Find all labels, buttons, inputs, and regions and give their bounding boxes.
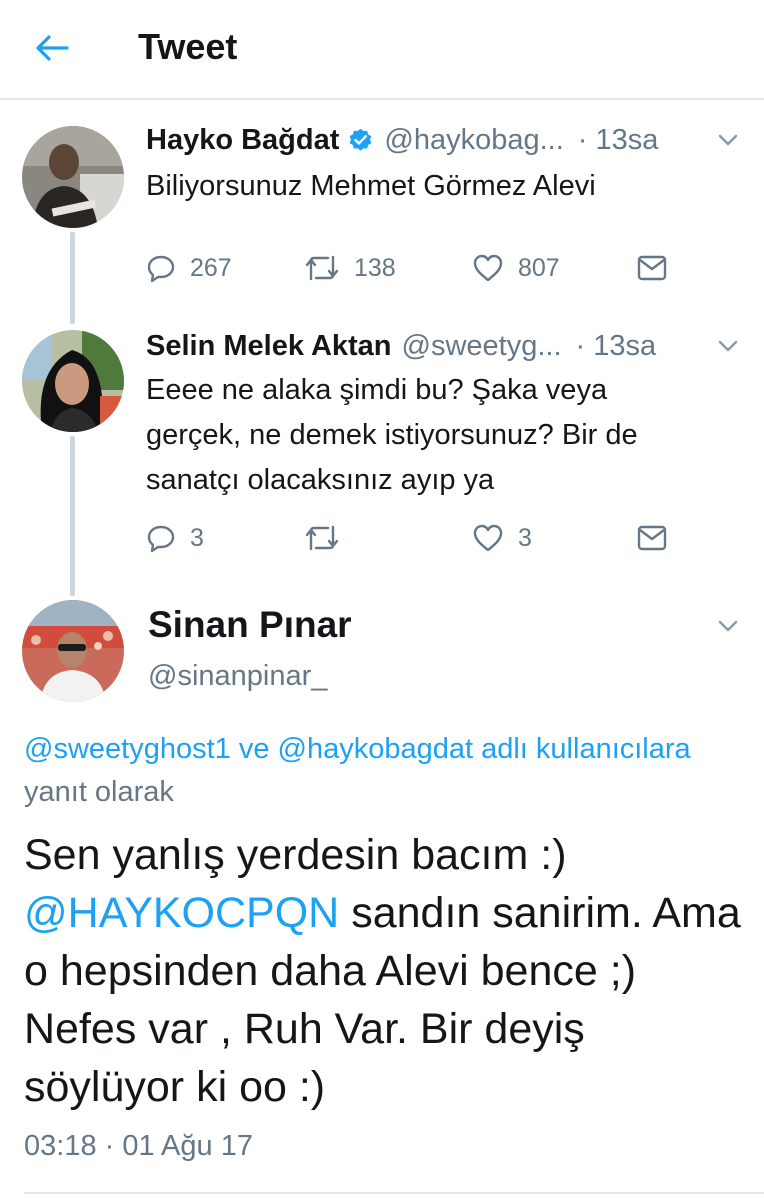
like-button[interactable]: 807: [472, 250, 560, 286]
message-button[interactable]: [636, 250, 668, 286]
reply-count: 267: [190, 253, 232, 282]
arrow-left-icon: [36, 35, 69, 61]
reply-suffix: yanıt olarak: [24, 776, 174, 808]
author-name[interactable]: Selin Melek Aktan: [146, 330, 392, 363]
page-title: Tweet: [138, 26, 238, 67]
reply-count: 3: [190, 523, 204, 552]
tweet-header: Selin Melek Aktan @sweetyg... · 13sa: [146, 326, 744, 366]
like-button[interactable]: 3: [472, 520, 532, 556]
reply-mention-link[interactable]: @haykobagdat adlı kullanıcılara: [278, 733, 691, 765]
avatar-sinan[interactable]: [22, 600, 124, 702]
reply-icon: [147, 255, 175, 283]
retweet-icon: [305, 255, 339, 281]
chevron-down-icon: [718, 340, 738, 352]
author-handle[interactable]: @haykobag...: [384, 124, 563, 157]
divider: [24, 1192, 764, 1194]
author-handle[interactable]: @sweetyg...: [402, 330, 562, 363]
chevron-down-icon: [718, 134, 738, 146]
avatar-hayko[interactable]: [22, 126, 124, 228]
avatar-selin[interactable]: [22, 330, 124, 432]
chevron-down-icon: [718, 620, 738, 632]
tweet-header: Hayko Bağdat @haykobag... · 13sa: [146, 120, 744, 160]
verified-badge-icon: [347, 127, 374, 154]
heart-icon: [473, 254, 503, 282]
reply-icon: [147, 525, 175, 553]
thread-line: [70, 436, 75, 596]
author-name[interactable]: Hayko Bağdat: [146, 124, 339, 157]
more-options-button[interactable]: [712, 610, 744, 642]
retweet-button[interactable]: [304, 520, 354, 556]
main-text-mention[interactable]: @HAYKOCPQN: [24, 889, 339, 937]
main-text-line: Sen yanlış yerdesin bacım :): [24, 831, 567, 879]
thread-line: [70, 232, 75, 324]
envelope-icon: [637, 525, 667, 551]
retweet-icon: [305, 525, 339, 551]
reply-mention-link[interactable]: @sweetyghost1: [24, 733, 231, 765]
tweet-text: Biliyorsunuz Mehmet Görmez Alevi: [146, 170, 596, 202]
main-author-handle[interactable]: @sinanpinar_: [148, 660, 327, 693]
more-options-button[interactable]: [712, 124, 744, 156]
tweet-text: Eeee ne alaka şimdi bu? Şaka veya gerçek…: [146, 374, 638, 496]
reply-button[interactable]: 3: [146, 520, 204, 556]
tweet-time: · 13sa: [575, 329, 657, 362]
tweet-actions: 267 138 807: [146, 250, 706, 286]
heart-icon: [473, 524, 503, 552]
like-count: 807: [518, 253, 560, 282]
retweet-count: 138: [354, 253, 396, 282]
tweet-actions: 3 3: [146, 520, 706, 556]
envelope-icon: [637, 255, 667, 281]
back-button[interactable]: [30, 28, 74, 68]
replying-to: @sweetyghost1 ve @haykobagdat adlı kulla…: [24, 728, 724, 814]
reply-button[interactable]: 267: [146, 250, 232, 286]
top-bar: Tweet: [0, 0, 764, 100]
more-options-button[interactable]: [712, 330, 744, 362]
like-count: 3: [518, 523, 532, 552]
message-button[interactable]: [636, 520, 668, 556]
tweet-timestamp: 03:18 · 01 Ağu 17: [24, 1130, 253, 1162]
retweet-button[interactable]: 138: [304, 250, 396, 286]
tweet-time: · 13sa: [577, 123, 659, 156]
main-tweet-text: Sen yanlış yerdesin bacım :) @HAYKOCPQN …: [24, 826, 744, 1116]
main-author-name[interactable]: Sinan Pınar: [148, 604, 352, 646]
reply-connector: ve: [230, 733, 278, 765]
